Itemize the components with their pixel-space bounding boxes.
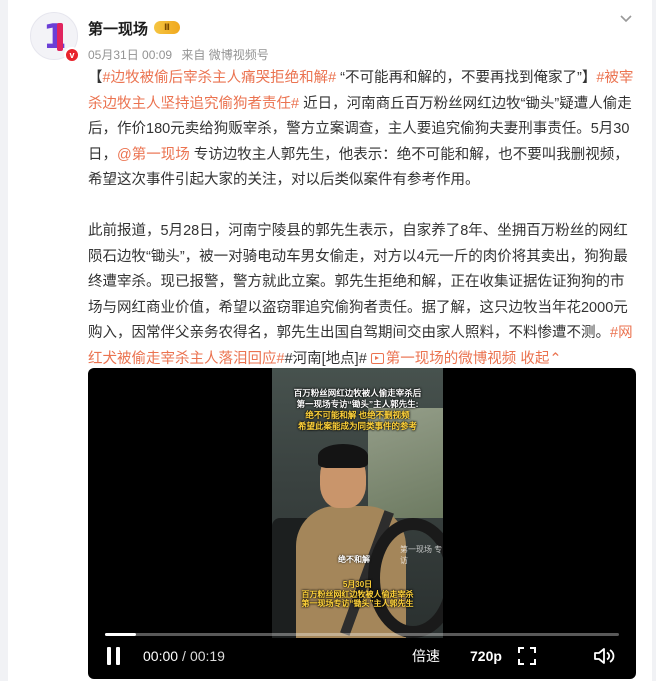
chevron-down-icon[interactable] <box>618 10 634 26</box>
video-time: 00:00/00:19 <box>143 646 225 666</box>
video-caption-line: 百万粉丝网红边牧被人偷走宰杀后 <box>293 388 422 398</box>
video-progress-fill <box>105 633 136 636</box>
video-bottom-caption: 5月30日 <box>342 580 373 589</box>
post-paragraph-2: 此前报道，5月28日，河南宁陵县的郭先生表示，自家养了8年、坐拥百万粉丝的网红陨… <box>88 219 636 373</box>
video-progress-bar[interactable] <box>105 633 619 636</box>
post-link[interactable]: ⌃ <box>549 351 561 367</box>
avatar-logo: 1 <box>43 17 67 57</box>
post-link[interactable]: 收起 <box>516 351 549 367</box>
post-date[interactable]: 05月31日 00:09 <box>88 48 172 62</box>
video-player[interactable]: 百万粉丝网红边牧被人偷走宰杀后 第一现场专访“锄头”主人郭先生: 绝不可能和解 … <box>88 368 636 679</box>
quality-button[interactable]: 720p <box>470 646 502 666</box>
post-text-segment: “不可能再和解的，不要再找到俺家了”】 <box>336 70 597 86</box>
post-paragraph-1: 【#边牧被偷后宰杀主人痛哭拒绝和解# “不可能再和解的，不要再找到俺家了”】#被… <box>88 66 636 194</box>
post-meta: 05月31日 00:09 来自 微博视频号 <box>88 46 275 63</box>
current-time: 00:00 <box>143 648 179 664</box>
time-separator: / <box>182 648 186 664</box>
post-source: 来自 微博视频号 <box>181 48 269 62</box>
author-name[interactable]: 第一现场 <box>88 18 148 39</box>
verified-badge-icon: v <box>64 47 80 63</box>
video-link-icon <box>370 352 384 364</box>
video-bottom-caption: 第一现场专访“锄头”主人郭先生 <box>301 599 414 608</box>
pause-button[interactable] <box>106 646 120 666</box>
post-text-segment: 【 <box>88 70 103 86</box>
post-text-segment: 此前报道，5月28日，河南宁陵县的郭先生表示，自家养了8年、坐拥百万粉丝的网红陨… <box>88 222 628 342</box>
person-hair <box>318 444 368 468</box>
video-subtitle: 绝不和解 <box>338 555 370 564</box>
playback-speed-button[interactable]: 倍速 <box>412 646 440 666</box>
rank-badge[interactable]: Ⅱ <box>154 21 180 34</box>
video-watermark: 第一现场 专访 <box>400 545 443 565</box>
post-link[interactable]: #边牧被偷后宰杀主人痛哭拒绝和解# <box>103 70 337 86</box>
video-frame[interactable]: 百万粉丝网红边牧被人偷走宰杀后 第一现场专访“锄头”主人郭先生: 绝不可能和解 … <box>272 368 443 638</box>
avatar-accent <box>57 23 63 51</box>
post-link[interactable]: @第一现场 <box>117 147 190 163</box>
video-caption-line: 希望此案能成为同类事件的参考 <box>297 421 417 431</box>
volume-icon[interactable] <box>593 646 615 666</box>
post-link[interactable]: 第一现场的微博视频 <box>386 351 517 367</box>
video-caption-line: 绝不可能和解 也绝不删视频 <box>305 410 410 420</box>
video-duration: 00:19 <box>189 648 225 664</box>
video-caption-line: 第一现场专访“锄头”主人郭先生: <box>296 399 419 409</box>
post-text: 【#边牧被偷后宰杀主人痛哭拒绝和解# “不可能再和解的，不要再找到俺家了”】#被… <box>88 66 636 373</box>
post-text-segment: #河南[地点]# <box>284 350 371 367</box>
weibo-post-card: 1 v 第一现场 Ⅱ 05月31日 00:09 来自 微博视频号 【#边牧被偷后… <box>8 0 652 681</box>
fullscreen-icon[interactable] <box>518 646 536 666</box>
